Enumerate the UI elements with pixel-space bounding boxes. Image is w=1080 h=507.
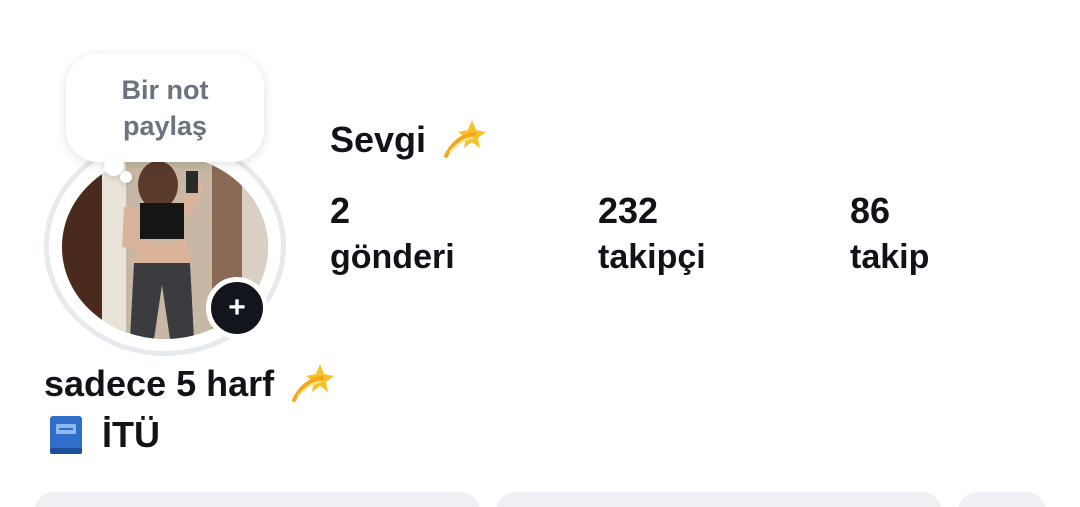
stat-posts[interactable]: 2 gönderi (330, 190, 455, 282)
edit-profile-button[interactable] (34, 492, 480, 507)
display-name: Sevgi (330, 119, 427, 160)
display-name-row: Sevgi (330, 116, 488, 161)
stat-following[interactable]: 86 takip (850, 190, 929, 282)
bio-text: sadece 5 harf (44, 363, 275, 404)
add-story-button[interactable]: + (206, 277, 268, 339)
plus-icon: + (228, 291, 246, 324)
profile-header: + Bir not paylaş Sevgi 2 gönderi 232 tak… (0, 0, 1080, 507)
blue-book-icon (50, 416, 82, 454)
posts-label: gönderi (330, 238, 455, 276)
share-profile-button[interactable] (496, 492, 942, 507)
note-bubble[interactable]: Bir not paylaş (66, 54, 264, 162)
dizzy-sparkle-icon (292, 364, 335, 402)
school-text: İTÜ (102, 414, 160, 455)
dizzy-sparkle-icon (444, 120, 487, 158)
following-label: takip (850, 238, 930, 276)
bio-line-1: sadece 5 harf (44, 360, 336, 405)
note-placeholder: Bir not paylaş (121, 75, 209, 141)
followers-label: takipçi (598, 238, 706, 276)
bio-line-2: İTÜ (48, 414, 160, 456)
note-bubble-tail-small (120, 171, 132, 183)
more-button[interactable] (958, 492, 1046, 507)
posts-count: 2 (330, 190, 351, 231)
stat-followers[interactable]: 232 takipçi (598, 190, 706, 282)
following-count: 86 (850, 190, 891, 231)
followers-count: 232 (598, 190, 659, 231)
